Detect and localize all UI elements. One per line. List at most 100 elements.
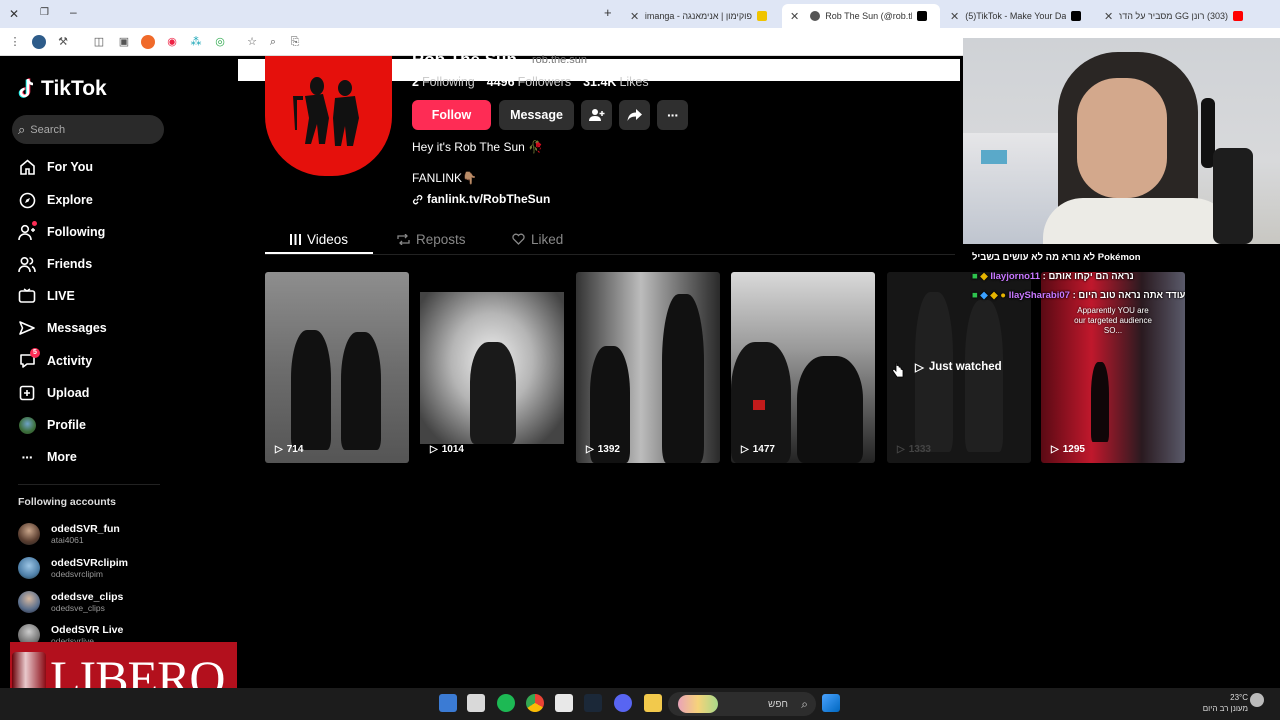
- search-icon: ⌕: [18, 121, 26, 137]
- profile-icon: [18, 416, 36, 434]
- close-window-icon[interactable]: ✕: [9, 7, 19, 21]
- calculator-icon[interactable]: [439, 694, 457, 712]
- webcam-overlay: [963, 38, 1280, 244]
- browser-tab-rob-the-sun[interactable]: ✕ Rob The Sun (@rob.the.sun): [782, 4, 940, 28]
- install-app-icon[interactable]: ⎘: [288, 35, 302, 49]
- tab-title: (303) רונן GG מסביר על הדרמה: [1119, 11, 1228, 21]
- profile-handle: rob.the.sun: [532, 54, 588, 66]
- liked-heart-icon: [512, 233, 525, 245]
- close-tab-icon[interactable]: ✕: [1104, 10, 1113, 23]
- extension-teal-icon[interactable]: ⁂: [189, 35, 203, 49]
- minimize-window-icon[interactable]: –: [70, 5, 77, 19]
- home-icon: [18, 158, 36, 176]
- restore-window-icon[interactable]: ❐: [40, 7, 49, 18]
- video-figure: [470, 342, 516, 444]
- app-icon[interactable]: [555, 694, 573, 712]
- following-stat[interactable]: 2 Following: [412, 75, 475, 89]
- chat-badge-icon: ■: [972, 290, 978, 301]
- view-count: ▷ 1295: [1051, 444, 1085, 455]
- nav-item-upload[interactable]: Upload: [18, 382, 89, 404]
- nav-item-messages[interactable]: Messages: [18, 317, 107, 339]
- nav-item-more[interactable]: ··· More: [18, 446, 77, 468]
- windows-start-icon[interactable]: [822, 694, 840, 712]
- close-tab-icon[interactable]: ✕: [950, 10, 959, 23]
- snipping-tool-icon[interactable]: [467, 694, 485, 712]
- steam-icon[interactable]: [584, 694, 602, 712]
- nav-item-profile[interactable]: Profile: [18, 414, 86, 436]
- messages-icon: [18, 319, 36, 337]
- nav-label: Activity: [47, 354, 93, 368]
- tiktok-note-icon: [18, 78, 34, 98]
- close-tab-icon[interactable]: ✕: [790, 10, 799, 23]
- browser-tab-youtube[interactable]: ✕ (303) רונן GG מסביר על הדרמה: [1096, 4, 1256, 28]
- nav-item-explore[interactable]: Explore: [18, 189, 93, 211]
- more-options-button[interactable]: ···: [657, 100, 688, 130]
- new-tab-button[interactable]: +: [604, 5, 612, 20]
- play-icon: ▷: [741, 444, 749, 455]
- search-placeholder: Search: [30, 123, 66, 136]
- menu-dots-icon[interactable]: ⋮: [8, 35, 22, 49]
- spotify-icon[interactable]: [497, 694, 515, 712]
- webcam-box: [981, 150, 1007, 164]
- add-friend-button[interactable]: [581, 100, 612, 130]
- share-button[interactable]: [619, 100, 650, 130]
- followers-count: 4496: [486, 75, 515, 89]
- follow-button[interactable]: Follow: [412, 100, 491, 130]
- search-input[interactable]: ⌕ Search: [12, 115, 164, 144]
- nav-item-friends[interactable]: Friends: [18, 253, 92, 275]
- profile-link[interactable]: fanlink.tv/RobTheSun: [412, 192, 550, 206]
- view-count: ▷ 1477: [741, 444, 775, 455]
- following-account[interactable]: odedSVR_fun atai4061: [18, 520, 120, 548]
- browser-tab-animanga[interactable]: ✕ פוקימון | אנימאנגה - Animanga: [622, 4, 780, 28]
- view-count: ▷ 1014: [430, 444, 464, 455]
- tab-reposts[interactable]: Reposts: [397, 228, 466, 250]
- weather-widget[interactable]: 23°C מעונן רב היום: [1198, 692, 1248, 714]
- view-count-value: 1477: [752, 444, 775, 455]
- extension-pin-icon[interactable]: ◉: [165, 35, 179, 49]
- extension-green-icon[interactable]: ◎: [213, 35, 227, 49]
- taskbar-search[interactable]: חפש ⌕: [668, 692, 816, 716]
- nav-item-live[interactable]: LIVE: [18, 285, 75, 307]
- nav-item-activity[interactable]: 5 Activity: [18, 348, 93, 372]
- tiktok-logo[interactable]: TikTok: [17, 77, 107, 101]
- following-account[interactable]: odedSVRclipim odedsvrclipim: [18, 554, 128, 582]
- nav-item-for-you[interactable]: For You: [18, 156, 93, 178]
- message-button[interactable]: Message: [499, 100, 574, 130]
- add-person-icon: [588, 109, 604, 121]
- notification-icon[interactable]: [1250, 693, 1264, 707]
- extension-orange-icon[interactable]: [141, 35, 155, 49]
- compass-icon: [18, 191, 36, 209]
- tiktok-favicon-icon: [917, 11, 927, 21]
- video-thumbnail[interactable]: ▷ 1477: [731, 272, 875, 463]
- browser-tab-tiktok[interactable]: ✕ (5)TikTok - Make Your Day: [942, 4, 1094, 28]
- account-name: odedSVRclipim: [51, 557, 129, 569]
- nav-label: Messages: [47, 321, 107, 335]
- tab-videos[interactable]: Videos: [290, 228, 348, 250]
- extension-window-icon[interactable]: ▣: [117, 35, 131, 49]
- chat-badge-icon: ◆: [980, 271, 988, 282]
- following-account[interactable]: odedsve_clips odedsve_clips: [18, 588, 123, 616]
- link-text: fanlink.tv/RobTheSun: [427, 192, 551, 206]
- chrome-icon[interactable]: [526, 694, 544, 712]
- file-explorer-icon[interactable]: [644, 694, 662, 712]
- video-thumbnail[interactable]: ▷ 714: [265, 272, 409, 463]
- chat-badge-icon: ◆: [980, 290, 988, 301]
- nav-item-following[interactable]: Following: [18, 221, 105, 243]
- profile-avatar[interactable]: [265, 56, 392, 176]
- temperature: 23°C: [1230, 693, 1248, 702]
- tab-title: (5)TikTok - Make Your Day: [965, 11, 1066, 21]
- video-thumbnail[interactable]: ▷ 1014: [420, 272, 564, 463]
- play-icon: ▷: [897, 444, 905, 455]
- bookmark-star-icon[interactable]: ☆: [245, 35, 259, 49]
- live-icon: [18, 287, 36, 305]
- extensions-puzzle-icon[interactable]: ◫: [92, 35, 106, 49]
- zoom-icon[interactable]: ⌕: [266, 35, 280, 49]
- close-tab-icon[interactable]: ✕: [630, 10, 639, 23]
- extension-globe-icon[interactable]: [32, 35, 46, 49]
- tab-liked[interactable]: Liked: [512, 228, 563, 250]
- video-thumbnail[interactable]: ▷ 1392: [576, 272, 720, 463]
- extension-tools-icon[interactable]: ⚒: [56, 35, 70, 49]
- followers-stat[interactable]: 4496 Followers: [487, 75, 571, 89]
- search-icon: ⌕: [801, 697, 808, 711]
- discord-icon[interactable]: [614, 694, 632, 712]
